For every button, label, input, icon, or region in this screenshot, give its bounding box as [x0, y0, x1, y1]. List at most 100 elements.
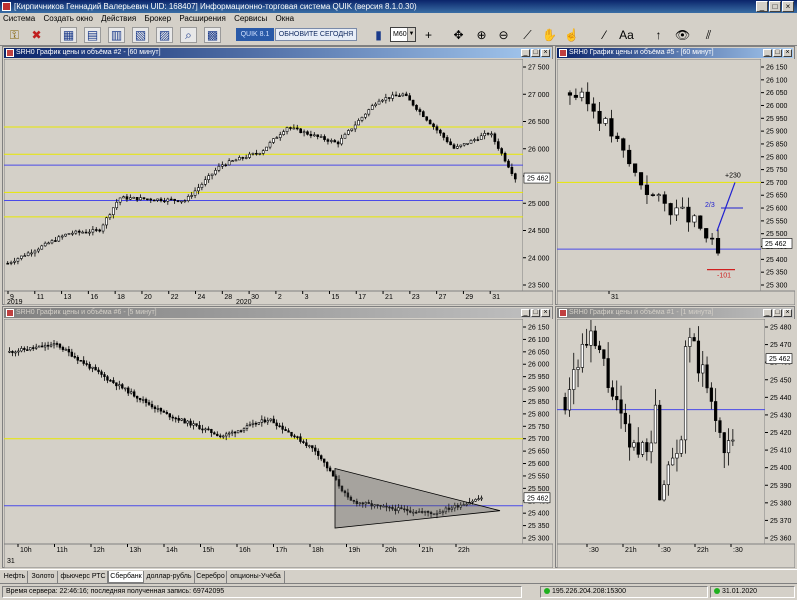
candle	[17, 350, 20, 353]
disconnect-icon[interactable]: ✖	[28, 27, 45, 43]
order-table-icon[interactable]: ▤	[84, 27, 101, 43]
chart-icon[interactable]: ▮	[370, 27, 387, 43]
close-icon[interactable]: ×	[783, 309, 792, 317]
candle	[316, 134, 320, 137]
candle	[64, 233, 67, 237]
maximize-icon[interactable]: □	[773, 309, 782, 317]
chart-window-5[interactable]: SRH0 График цены и объёма #5 - [60 минут…	[555, 46, 795, 305]
time-tick-label: 16	[90, 294, 98, 301]
menu-windows[interactable]: Окна	[272, 13, 297, 24]
candle	[585, 91, 590, 105]
menu-system[interactable]: Система	[0, 13, 38, 24]
key-icon[interactable]: ⚿	[6, 27, 23, 43]
close-icon[interactable]: ×	[783, 49, 792, 57]
arrow-up-icon[interactable]: ↑	[650, 27, 667, 43]
chart-window-6[interactable]: SRH0 График цены и объёма #6 - [5 минут]…	[2, 306, 553, 568]
candle	[54, 240, 57, 242]
chart-window-2-title[interactable]: SRH0 График цены и объёма #2 - [60 минут…	[4, 48, 551, 58]
candle	[287, 430, 290, 433]
candle	[281, 425, 284, 430]
candle	[146, 198, 149, 201]
line-tool-icon[interactable]: ⁄	[596, 27, 613, 43]
hand-icon[interactable]: ✋	[541, 27, 558, 43]
menu-services[interactable]: Сервисы	[231, 13, 270, 24]
chart-canvas-2[interactable]: 27 50027 00026 50026 00025 50025 00024 5…	[4, 59, 553, 305]
chevron-down-icon[interactable]: ▼	[407, 28, 415, 41]
price-tick-label: 26 000	[766, 103, 788, 110]
candle	[653, 404, 658, 444]
candle	[282, 131, 285, 135]
candle	[418, 109, 422, 112]
tab-options-study[interactable]: опционы-Учёба	[227, 571, 285, 583]
maximize-icon[interactable]: □	[773, 49, 782, 57]
quotes-icon[interactable]: ▧	[132, 27, 149, 43]
candle	[169, 198, 173, 201]
candle	[150, 404, 154, 408]
chart-window-2[interactable]: SRH0 График цены и объёма #2 - [60 минут…	[2, 46, 553, 305]
chart-icon	[559, 49, 567, 57]
update-today-button[interactable]: ОБНОВИТЕ СЕГОДНЯ	[275, 28, 357, 41]
menu-extensions[interactable]: Расширения	[176, 13, 229, 24]
zoom-in-icon[interactable]: ⊕	[473, 27, 490, 43]
candle	[124, 387, 127, 390]
crosshair-icon[interactable]: +	[420, 27, 437, 43]
text-tool-icon[interactable]: Aa	[618, 27, 635, 43]
new-table-icon[interactable]: ▦	[60, 27, 77, 43]
minimize-icon[interactable]: _	[763, 309, 772, 317]
price-tick-label: 27 500	[528, 65, 550, 72]
ruler-icon[interactable]: ⟋	[519, 27, 536, 43]
minimize-icon[interactable]: _	[521, 309, 530, 317]
annotation-ratio: 2/3	[705, 202, 715, 209]
minimize-icon[interactable]: _	[521, 49, 530, 57]
chart-window-5-title[interactable]: SRH0 График цены и объёма #5 - [60 минут…	[557, 48, 793, 58]
candle	[510, 166, 514, 174]
hand-pan-icon[interactable]: ☝	[563, 27, 580, 43]
maximize-icon[interactable]: □	[531, 309, 540, 317]
hide-lines-icon[interactable]: ⫽	[700, 27, 717, 43]
candle	[153, 406, 157, 410]
timeframe-select[interactable]: M60 ▼	[390, 27, 416, 42]
candle	[330, 140, 333, 142]
candle	[319, 136, 323, 138]
candle	[46, 344, 50, 347]
candle	[163, 200, 166, 203]
minimize-icon[interactable]: _	[763, 49, 772, 57]
tab-rts-futures[interactable]: фьючерс РТС	[59, 571, 108, 583]
search-table-icon[interactable]: ⌕	[180, 27, 197, 43]
candle	[213, 432, 216, 435]
menu-actions[interactable]: Действия	[98, 13, 139, 24]
price-tick-label: 26 000	[528, 146, 550, 153]
menu-create-window[interactable]: Создать окно	[40, 13, 95, 24]
candle	[183, 200, 187, 203]
move-icon[interactable]: ✥	[450, 27, 467, 43]
chart-window-1[interactable]: SRH0 График цены и объёма #1 - [1 минута…	[555, 306, 795, 568]
tab-sberbank[interactable]: Сбербанк	[108, 571, 144, 583]
maximize-button[interactable]: □	[769, 1, 781, 12]
time-tick-label: 22	[171, 294, 179, 301]
portfolio-icon[interactable]: ▨	[156, 27, 173, 43]
close-icon[interactable]: ×	[541, 309, 550, 317]
chart-window-1-title[interactable]: SRH0 График цены и объёма #1 - [1 минута…	[557, 308, 793, 318]
date-label: 31	[7, 558, 15, 565]
clear-icon[interactable]: ▩	[204, 27, 221, 43]
close-icon[interactable]: ×	[541, 49, 550, 57]
chart-canvas-1[interactable]: 25 48025 47025 46025 45025 44025 43025 4…	[557, 319, 795, 568]
tab-silver[interactable]: Серебро	[195, 571, 227, 583]
tab-gold[interactable]: Золото	[29, 571, 58, 583]
candle	[14, 351, 17, 354]
tab-usd-rub[interactable]: доллар-рубль	[144, 571, 195, 583]
chart-window-6-title[interactable]: SRH0 График цены и объёма #6 - [5 минут]…	[4, 308, 551, 318]
zoom-out-icon[interactable]: ⊖	[495, 27, 512, 43]
chart-canvas-5[interactable]: 26 150 26 100 26 050 26 000 25 950 25 900 25 8…	[557, 59, 795, 305]
price-tick-label: 24 500	[528, 228, 550, 235]
trades-table-icon[interactable]: ▥	[108, 27, 125, 43]
close-button[interactable]: ×	[782, 1, 794, 12]
candle	[593, 330, 597, 347]
menu-broker[interactable]: Брокер	[141, 13, 174, 24]
minimize-button[interactable]: _	[756, 1, 768, 12]
tab-oil[interactable]: Нефть	[2, 571, 28, 583]
maximize-icon[interactable]: □	[531, 49, 540, 57]
candle	[165, 412, 169, 414]
eye-icon[interactable]: 👁	[674, 27, 691, 43]
chart-canvas-6[interactable]: 26 150 26 100 26 050 26 000 25 950 25 900 25 8…	[4, 319, 553, 568]
